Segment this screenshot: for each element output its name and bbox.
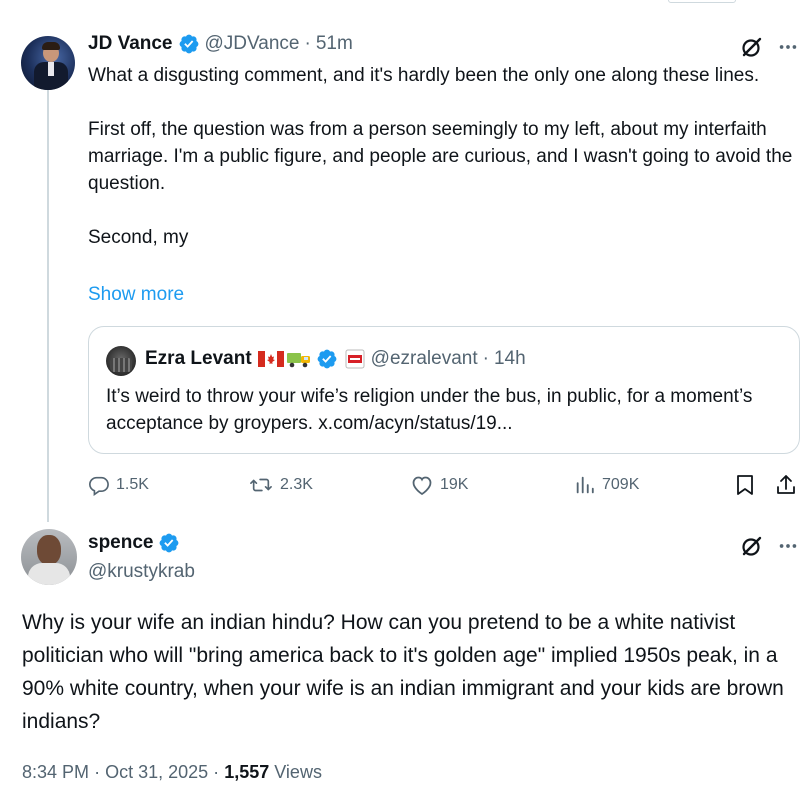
bookmark-icon	[737, 475, 753, 495]
repost-icon	[250, 478, 272, 492]
main-more-options-icon[interactable]	[774, 532, 802, 560]
verified-badge-icon[interactable]	[178, 33, 200, 55]
post-views[interactable]: 1,557 Views	[224, 762, 322, 782]
author-name[interactable]: JD Vance	[88, 33, 173, 55]
main-author-name-row: spence	[88, 532, 185, 554]
spence-avatar[interactable]	[21, 529, 77, 585]
reply-icon	[89, 476, 109, 496]
main-tweet-text: Why is your wife an indian hindu? How ca…	[22, 611, 784, 733]
main-author-name[interactable]: spence	[88, 532, 153, 554]
quoted-author-name[interactable]: Ezra Levant	[145, 348, 252, 370]
bookmark-button[interactable]	[734, 470, 762, 500]
quoted-text: It’s weird to throw your wife’s religion…	[106, 386, 753, 434]
share-button[interactable]	[774, 470, 804, 500]
show-more-link[interactable]: Show more	[88, 284, 184, 306]
like-button[interactable]: 19K	[410, 470, 468, 500]
reply-to-header: JD Vance @JDVance · 51m	[88, 33, 353, 55]
views-count: 1,557	[224, 762, 270, 782]
reply-button[interactable]: 1.5K	[88, 470, 149, 500]
ezra-levant-avatar[interactable]	[106, 346, 136, 376]
jd-vance-avatar[interactable]	[21, 36, 75, 90]
reply-to-text: What a disgusting comment, and it's hard…	[88, 65, 793, 248]
like-count: 19K	[440, 476, 469, 493]
top-edge-element	[668, 0, 736, 3]
post-time[interactable]: 51m	[316, 33, 353, 55]
quoted-author-handle[interactable]: @ezralevant	[371, 348, 478, 370]
separator: ·	[482, 348, 489, 369]
more-options-icon[interactable]	[774, 33, 802, 61]
share-icon	[777, 475, 795, 494]
quoted-header: Ezra Levant @ezralevant · 14h	[145, 348, 526, 370]
main-grok-icon[interactable]	[738, 532, 766, 560]
canada-flag-icon	[257, 350, 284, 368]
reply-count: 1.5K	[116, 476, 149, 493]
quoted-post-time[interactable]: 14h	[494, 348, 526, 370]
repost-count: 2.3K	[280, 476, 313, 493]
author-handle[interactable]: @JDVance	[205, 33, 300, 55]
views-label: Views	[274, 762, 322, 782]
heart-icon	[412, 476, 432, 496]
post-time-link[interactable]: 8:34 PM · Oct 31, 2025	[22, 762, 208, 782]
quoted-verified-badge-icon[interactable]	[316, 348, 338, 370]
view-count: 709K	[602, 476, 640, 493]
views-button[interactable]: 709K	[574, 470, 639, 500]
separator: ·	[213, 762, 220, 782]
thread-connector-line	[47, 90, 49, 522]
truck-icon	[286, 350, 312, 368]
repost-button[interactable]: 2.3K	[248, 470, 313, 500]
analytics-icon	[576, 476, 594, 494]
grok-icon[interactable]	[738, 33, 766, 61]
action-bar: 1.5K 2.3K 19K 709K	[88, 470, 800, 500]
main-author-handle[interactable]: @krustykrab	[88, 561, 195, 583]
main-verified-badge-icon[interactable]	[158, 532, 180, 554]
quoted-tweet-card[interactable]: Ezra Levant @ezralevant · 14h It’s weird…	[88, 326, 800, 454]
main-author-handle-row: @krustykrab	[88, 561, 195, 583]
rebel-news-badge-icon[interactable]	[345, 349, 365, 369]
separator: ·	[304, 33, 311, 54]
post-metadata: 8:34 PM · Oct 31, 2025 · 1,557 Views	[22, 762, 322, 783]
